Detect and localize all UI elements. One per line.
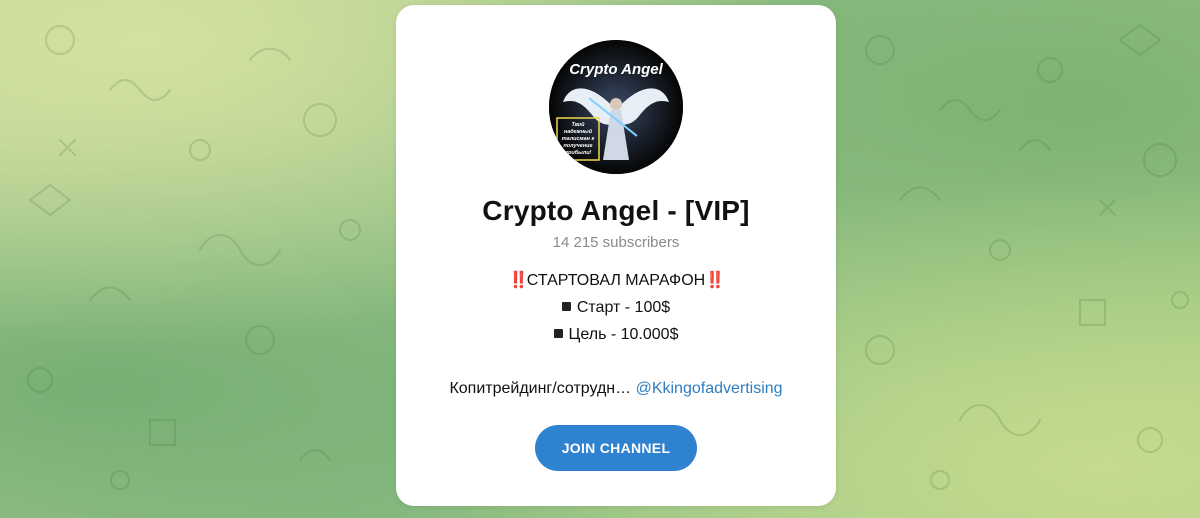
double-exclamation-icon: ‼️ <box>705 272 725 289</box>
description-line-3: Цель - 10.000$ <box>396 321 836 348</box>
black-square-icon <box>553 329 563 338</box>
channel-description: ‼️СТАРТОВАЛ МАРАФОН‼️ Старт - 100$ Цель … <box>396 267 836 402</box>
description-headline: СТАРТОВАЛ МАРАФОН <box>526 272 706 289</box>
double-exclamation-icon: ‼️ <box>508 272 529 289</box>
description-goal-text: Цель - 10.000$ <box>568 326 679 343</box>
description-copytrading-text: Копитрейдинг/сотрудн… <box>449 380 636 397</box>
channel-title: Crypto Angel - [VIP] <box>482 195 750 226</box>
description-spacer <box>396 348 836 375</box>
angel-avatar-image: Crypto Angel Твой надежный талисман к по… <box>549 40 683 174</box>
channel-card: Crypto Angel Твой надежный талисман к по… <box>396 5 836 506</box>
black-square-icon <box>561 302 571 311</box>
advertising-contact-link[interactable]: @Kkingofadvertising <box>636 380 783 397</box>
description-line-5: Копитрейдинг/сотрудн… @Kkingofadvertisin… <box>396 375 836 402</box>
subscriber-count: 14 215 subscribers <box>552 234 680 251</box>
avatar-title-text: Crypto Angel <box>569 61 663 78</box>
description-start-text: Старт - 100$ <box>576 299 671 316</box>
description-line-1: ‼️СТАРТОВАЛ МАРАФОН‼️ <box>396 267 836 294</box>
avatar-tagline-line: получение <box>563 143 592 149</box>
avatar-tagline-line: надежный <box>564 128 593 135</box>
avatar-tagline-line: талисман к <box>562 136 596 142</box>
avatar-tagline-line: Твой <box>571 121 585 128</box>
description-line-2: Старт - 100$ <box>396 294 836 321</box>
avatar-tagline-line: прибыли! <box>565 149 592 156</box>
channel-avatar: Crypto Angel Твой надежный талисман к по… <box>549 40 683 174</box>
join-channel-button[interactable]: JOIN CHANNEL <box>535 425 697 471</box>
